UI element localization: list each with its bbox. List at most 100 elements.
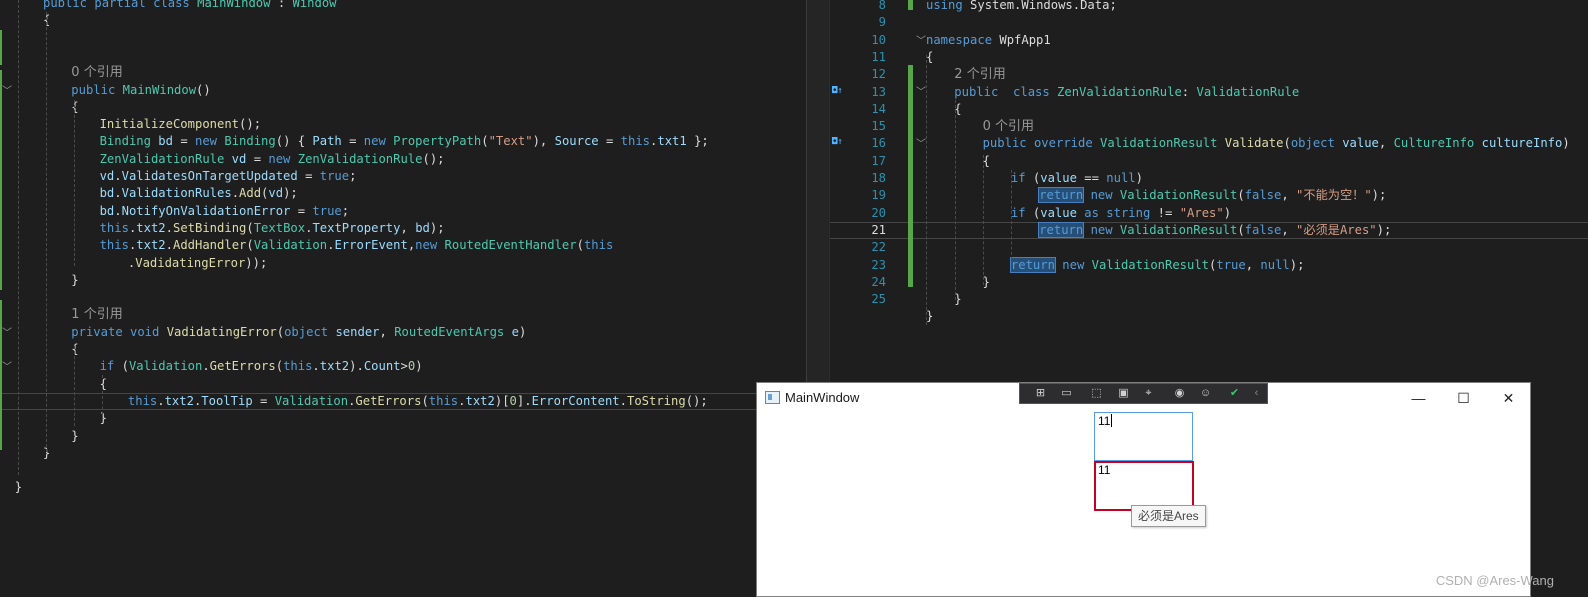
code-line[interactable]: 1 个引用 <box>0 306 806 323</box>
txt2-value: 11 <box>1098 463 1111 477</box>
collapse-toolbar-icon[interactable]: ‹ <box>1249 387 1264 400</box>
code-line[interactable]: return new ValidationResult(false, "必须是A… <box>830 221 1588 239</box>
left-code-editor[interactable]: public partial class MainWindow : Window… <box>0 0 806 597</box>
record-icon[interactable]: ▭ <box>1059 387 1074 400</box>
code-line[interactable]: } <box>0 272 806 289</box>
code-line[interactable]: if (Validation.GetErrors(this.txt2).Coun… <box>0 358 806 375</box>
code-line[interactable]: return new ValidationResult(false, "不能为空… <box>830 187 1588 204</box>
fold-toggle-icon[interactable]: ﹀ <box>916 83 926 98</box>
code-line[interactable] <box>0 289 806 306</box>
hot-reload-icon[interactable]: ◉ <box>1172 387 1187 400</box>
checkmark-icon[interactable]: ✔ <box>1227 387 1242 400</box>
indent-guide <box>46 12 47 452</box>
code-token: new <box>363 134 394 149</box>
code-line[interactable]: Binding bd = new Binding() { Path = new … <box>0 133 806 150</box>
code-token: null <box>1260 257 1290 272</box>
code-line[interactable]: } <box>830 308 1588 325</box>
maximize-button[interactable]: ☐ <box>1441 383 1486 413</box>
reference-count-label[interactable]: 1 个引用 <box>71 307 122 322</box>
track-focused-element-icon[interactable]: ⌖ <box>1141 387 1156 400</box>
code-line[interactable]: { <box>0 12 806 29</box>
txt1-textbox[interactable]: 11 <box>1094 412 1193 461</box>
code-line[interactable]: namespace WpfApp1 <box>830 32 1588 49</box>
code-line[interactable]: } <box>0 445 806 462</box>
code-token: } <box>14 480 23 495</box>
code-line[interactable]: public partial class MainWindow : Window <box>0 0 806 12</box>
code-line[interactable]: { <box>830 153 1588 170</box>
code-line[interactable]: private void VadidatingError(object send… <box>0 324 806 341</box>
code-line[interactable]: if (value as string != "Ares") <box>830 205 1588 222</box>
accessibility-icon[interactable]: ☺ <box>1198 387 1213 400</box>
code-line[interactable] <box>0 462 806 479</box>
select-element-icon[interactable]: ⬚ <box>1089 387 1104 400</box>
code-line[interactable]: ZenValidationRule vd = new ZenValidation… <box>0 151 806 168</box>
code-line[interactable]: return new ValidationResult(true, null); <box>830 256 1588 274</box>
code-line[interactable] <box>830 239 1588 256</box>
code-line[interactable]: { <box>830 49 1588 66</box>
code-token: namespace <box>926 32 1000 47</box>
code-line[interactable]: } <box>0 428 806 445</box>
code-line[interactable]: this.txt2.SetBinding(TextBox.TextPropert… <box>0 220 806 237</box>
code-token: ); <box>1371 188 1387 203</box>
code-token: ) <box>518 324 527 339</box>
code-line[interactable]: public class ZenValidationRule: Validati… <box>830 84 1588 101</box>
code-line[interactable]: .VadidatingError)); <box>0 255 806 272</box>
code-line[interactable]: bd.NotifyOnValidationError = true; <box>0 203 806 220</box>
code-line[interactable]: if (value == null) <box>830 170 1588 187</box>
code-line[interactable] <box>0 47 806 64</box>
highlighted-keyword: return <box>1038 221 1085 238</box>
reference-count-label[interactable]: 2 个引用 <box>954 67 1005 82</box>
override-glyph-icon[interactable]: ◘↑ <box>832 86 848 97</box>
close-button[interactable]: ✕ <box>1486 383 1531 413</box>
code-line[interactable] <box>0 30 806 47</box>
code-line[interactable]: public MainWindow() <box>0 82 806 99</box>
code-line[interactable]: { <box>830 101 1588 118</box>
code-token: Window <box>292 0 337 10</box>
code-token: ZenValidationRule <box>1057 84 1182 99</box>
txt2-textbox[interactable]: 11 <box>1094 461 1194 511</box>
display-layout-adorners-icon[interactable]: ▣ <box>1116 387 1131 400</box>
code-token: new <box>195 134 225 149</box>
live-visual-tree-icon[interactable]: ⊞ <box>1033 387 1048 400</box>
code-line[interactable]: { <box>0 341 806 358</box>
code-line[interactable]: bd.ValidationRules.Add(vd); <box>0 185 806 202</box>
code-line[interactable]: this.txt2.ToolTip = Validation.GetErrors… <box>0 393 806 410</box>
code-token: Validate <box>1224 136 1284 151</box>
code-line[interactable] <box>830 14 1588 31</box>
fold-toggle-icon[interactable]: ﹀ <box>2 358 12 373</box>
code-token: , <box>1245 257 1261 272</box>
code-token: void <box>130 324 167 339</box>
minimize-button[interactable]: — <box>1396 383 1441 413</box>
code-token: ( <box>276 324 285 339</box>
code-line[interactable]: InitializeComponent(); <box>0 116 806 133</box>
code-line[interactable]: } <box>830 274 1588 291</box>
code-token: . <box>114 186 122 201</box>
code-token: ErrorContent <box>531 393 620 408</box>
code-line[interactable]: 0 个引用 <box>830 118 1588 135</box>
code-line[interactable]: using System.Windows.Data; <box>830 0 1588 14</box>
code-line[interactable]: 2 个引用 <box>830 66 1588 83</box>
reference-count-label[interactable]: 0 个引用 <box>71 65 122 80</box>
code-text: } <box>926 308 933 325</box>
reference-count-label[interactable]: 0 个引用 <box>983 119 1034 134</box>
fold-toggle-icon[interactable]: ﹀ <box>2 324 12 339</box>
code-line[interactable]: 0 个引用 <box>0 64 806 81</box>
code-token: (); <box>422 151 445 166</box>
override-glyph-icon[interactable]: ◘↑ <box>832 137 848 148</box>
fold-toggle-icon[interactable]: ﹀ <box>916 135 926 150</box>
code-line[interactable]: vd.ValidatesOnTargetUpdated = true; <box>0 168 806 185</box>
code-token: Source <box>554 134 606 149</box>
code-line[interactable]: this.txt2.AddHandler(Validation.ErrorEve… <box>0 237 806 254</box>
code-line[interactable]: public override ValidationResult Validat… <box>830 135 1588 152</box>
code-line[interactable]: { <box>0 99 806 116</box>
fold-toggle-icon[interactable]: ﹀ <box>2 82 12 97</box>
window-titlebar[interactable]: MainWindow ⊞ ▭ ⬚ ▣ ⌖ ◉ ☺ ✔ ‹ — ☐ ✕ <box>757 383 1530 413</box>
code-line[interactable]: } <box>0 410 806 427</box>
code-token: string <box>1106 205 1158 220</box>
fold-toggle-icon[interactable]: ﹀ <box>916 32 926 47</box>
code-token: ; <box>341 203 350 218</box>
code-token: RoutedEventHandler <box>444 238 577 253</box>
code-line[interactable]: { <box>0 376 806 393</box>
code-line[interactable]: } <box>830 291 1588 308</box>
code-line[interactable]: } <box>0 479 806 496</box>
